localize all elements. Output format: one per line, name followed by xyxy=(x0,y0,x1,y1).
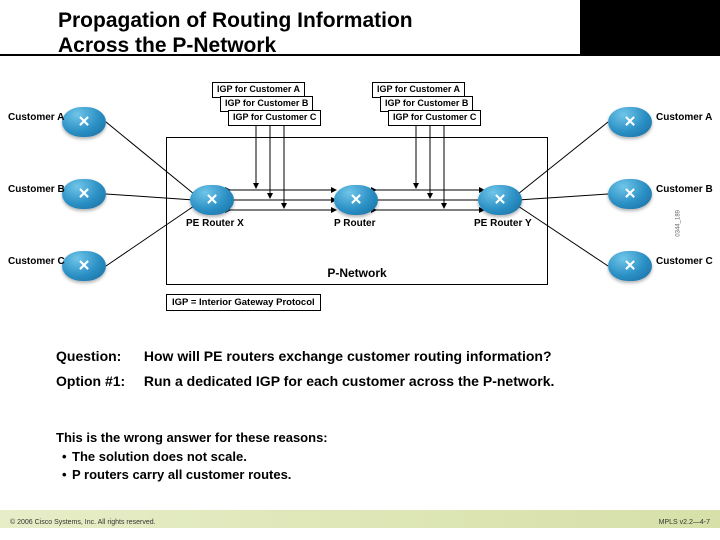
p-network-label: P-Network xyxy=(167,266,547,280)
slide-header: Propagation of Routing Information Acros… xyxy=(0,0,720,75)
wrong-heading: This is the wrong answer for these reaso… xyxy=(56,430,328,445)
router-pe-y: ✕ PE Router Y xyxy=(478,178,522,222)
router-label: Customer C xyxy=(656,256,713,267)
question-row: Question: How will PE routers exchange c… xyxy=(56,348,552,364)
slide-title: Propagation of Routing Information Acros… xyxy=(58,8,413,58)
wrong-reason: P routers carry all customer routes. xyxy=(56,466,328,484)
network-diagram: P-Network IGP for Customer A IGP for Cus… xyxy=(56,82,656,322)
wrong-reason: The solution does not scale. xyxy=(56,448,328,466)
igp-label: IGP for Customer B xyxy=(225,98,308,108)
router-label: Customer A xyxy=(8,112,64,123)
option-label: Option #1: xyxy=(56,373,140,389)
router-pe-x: ✕ PE Router X xyxy=(190,178,234,222)
option-row: Option #1: Run a dedicated IGP for each … xyxy=(56,373,554,389)
question-label: Question: xyxy=(56,348,140,364)
router-p: ✕ P Router xyxy=(334,178,378,222)
router-icon: ✕ xyxy=(624,262,637,271)
option-text: Run a dedicated IGP for each customer ac… xyxy=(144,373,555,389)
router-label: PE Router Y xyxy=(474,218,532,229)
router-label: PE Router X xyxy=(186,218,244,229)
header-divider xyxy=(0,54,720,56)
router-icon: ✕ xyxy=(494,196,507,205)
router-customer-b-right: ✕ Customer B xyxy=(608,172,652,216)
title-line-1: Propagation of Routing Information xyxy=(58,9,413,32)
router-label: Customer B xyxy=(8,184,65,195)
igp-label: IGP for Customer B xyxy=(385,98,468,108)
router-customer-a-left: ✕ Customer A xyxy=(62,100,106,144)
router-icon: ✕ xyxy=(78,118,91,127)
router-icon: ✕ xyxy=(624,118,637,127)
router-icon: ✕ xyxy=(78,190,91,199)
router-customer-b-left: ✕ Customer B xyxy=(62,172,106,216)
router-icon: ✕ xyxy=(624,190,637,199)
router-label: Customer A xyxy=(656,112,712,123)
side-code: 0344_189 xyxy=(676,210,682,237)
router-label: Customer C xyxy=(8,256,65,267)
router-customer-c-right: ✕ Customer C xyxy=(608,244,652,288)
router-label: P Router xyxy=(334,218,376,229)
footer-slide-ref: MPLS v2.2—4-7 xyxy=(659,519,710,526)
igp-box-left-c: IGP for Customer C xyxy=(228,110,321,126)
footer-copyright: © 2006 Cisco Systems, Inc. All rights re… xyxy=(10,519,156,526)
router-icon: ✕ xyxy=(350,196,363,205)
header-black-block xyxy=(580,0,720,54)
wrong-answer-block: This is the wrong answer for these reaso… xyxy=(56,430,328,483)
igp-label: IGP for Customer C xyxy=(393,112,476,122)
glossary-box: IGP = Interior Gateway Protocol xyxy=(166,294,321,311)
router-icon: ✕ xyxy=(206,196,219,205)
question-text: How will PE routers exchange customer ro… xyxy=(144,348,552,364)
igp-label: IGP for Customer A xyxy=(217,84,300,94)
router-customer-a-right: ✕ Customer A xyxy=(608,100,652,144)
igp-label: IGP for Customer C xyxy=(233,112,316,122)
igp-label: IGP for Customer A xyxy=(377,84,460,94)
wrong-reasons-list: The solution does not scale. P routers c… xyxy=(56,448,328,483)
router-label: Customer B xyxy=(656,184,713,195)
router-customer-c-left: ✕ Customer C xyxy=(62,244,106,288)
router-icon: ✕ xyxy=(78,262,91,271)
igp-box-right-c: IGP for Customer C xyxy=(388,110,481,126)
